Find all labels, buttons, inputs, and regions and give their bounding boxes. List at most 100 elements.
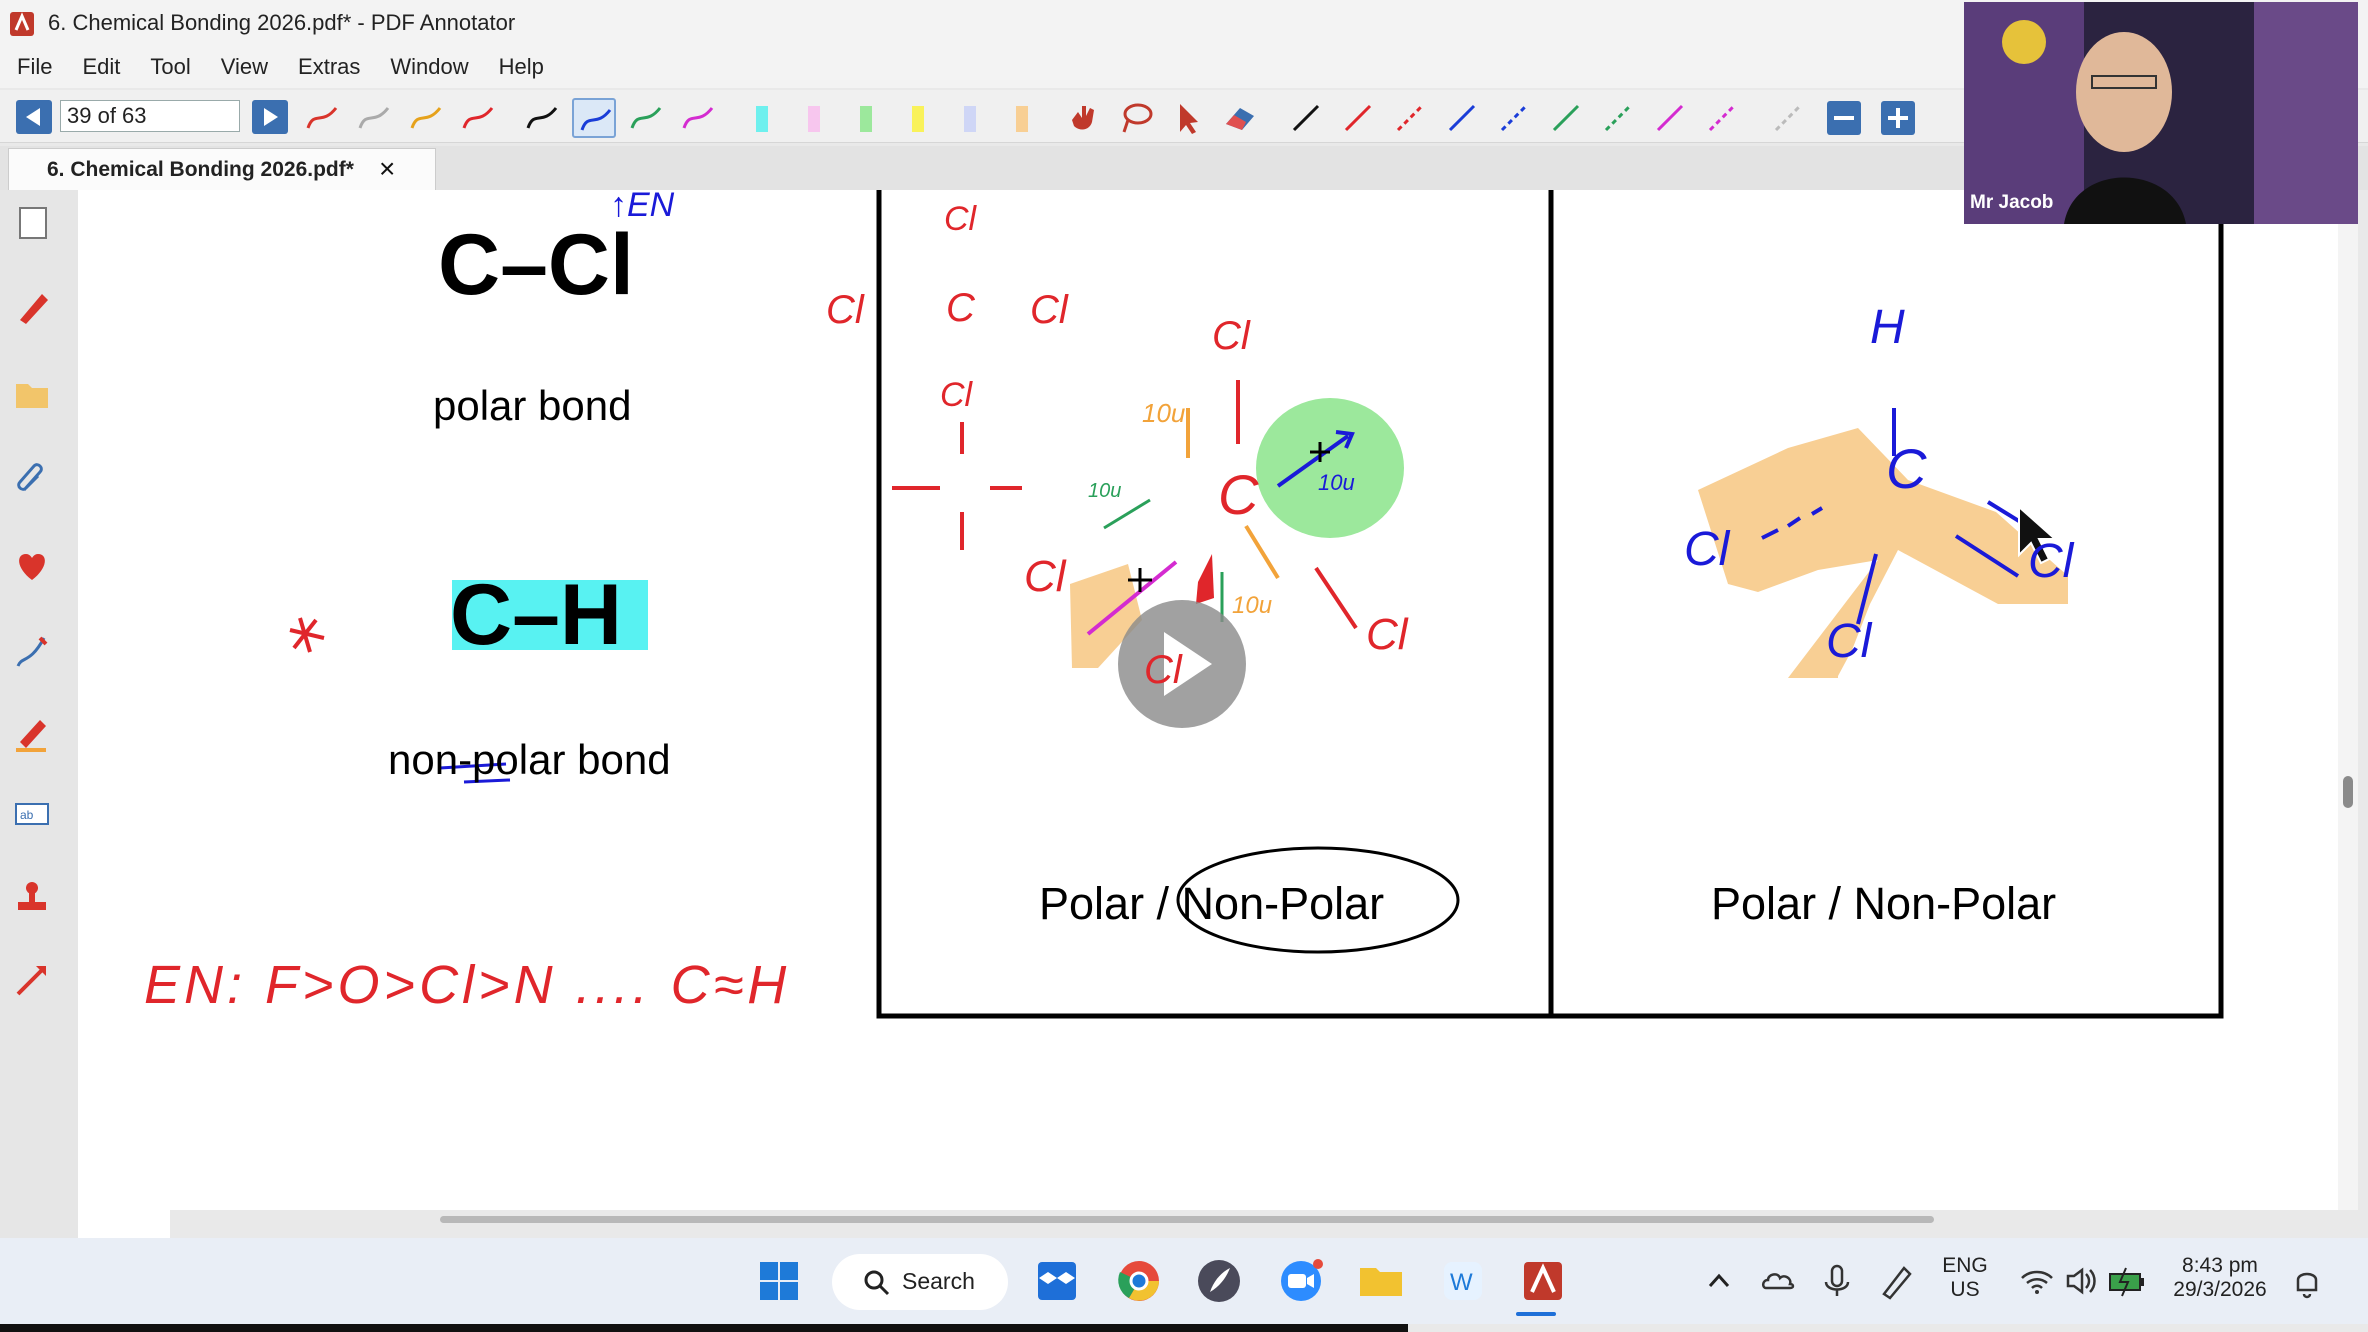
highlighter-yellow-tool[interactable]	[896, 98, 940, 138]
pen-menu-button[interactable]	[1868, 1254, 1922, 1308]
dashed-line-blue-tool[interactable]	[1492, 98, 1536, 138]
freehand-button[interactable]	[6, 626, 58, 678]
taskbar-search[interactable]: Search	[832, 1254, 1008, 1310]
close-tab-button[interactable]: ×	[379, 153, 395, 185]
red-star-mark	[289, 617, 325, 653]
highlighter-pink-tool[interactable]	[792, 98, 836, 138]
en-order-note: EN: F>O>Cl>N .... C≈H	[144, 955, 791, 1015]
hand-tool[interactable]	[1062, 98, 1106, 138]
line-black-tool[interactable]	[1284, 98, 1328, 138]
line-green-tool[interactable]	[1544, 98, 1588, 138]
highlighter-icon	[1016, 106, 1028, 132]
menu-file[interactable]: File	[0, 48, 65, 88]
zoom-app[interactable]	[1274, 1254, 1328, 1308]
text-box-button[interactable]: ab	[6, 788, 58, 840]
cl-top: Cl	[944, 200, 977, 238]
whiteboard-app[interactable]: W	[1436, 1254, 1490, 1308]
pen-stroke-icon	[630, 107, 662, 129]
ch-formula: C–H	[450, 567, 623, 663]
line-icon	[1656, 104, 1684, 132]
attachment-button[interactable]	[6, 454, 58, 506]
highlighter-button[interactable]	[6, 706, 58, 758]
pen-grey-tool[interactable]	[352, 98, 396, 138]
highlighter-orange-tool[interactable]	[1000, 98, 1044, 138]
folder-button[interactable]	[6, 368, 58, 420]
dashed-line-magenta-tool[interactable]	[1700, 98, 1744, 138]
active-app-indicator	[1516, 1312, 1556, 1316]
battery-button[interactable]	[2100, 1254, 2154, 1308]
dipole-label-green: 10u	[1088, 480, 1122, 502]
scribe-app[interactable]	[1192, 1254, 1246, 1308]
page-number-input[interactable]: 39 of 63	[60, 100, 240, 132]
menu-window[interactable]: Window	[373, 48, 481, 88]
pen-black-tool[interactable]	[520, 98, 564, 138]
vertical-scrollbar[interactable]	[2338, 190, 2358, 1210]
blank-page-button[interactable]	[6, 196, 58, 248]
language-label: ENG	[1942, 1254, 1988, 1277]
orange-dipole-arrow	[1244, 524, 1280, 580]
ten-annotation: ↑EN	[610, 186, 675, 224]
clock[interactable]: 8:43 pm 29/3/2026	[2160, 1254, 2280, 1302]
chrome-app[interactable]	[1112, 1254, 1166, 1308]
zoom-in-button[interactable]	[1876, 98, 1920, 138]
dashed-line-red-tool[interactable]	[1388, 98, 1432, 138]
select-tool[interactable]	[1166, 98, 1210, 138]
pen-magenta-tool[interactable]	[676, 98, 720, 138]
eraser-tool[interactable]	[1218, 98, 1262, 138]
pen-red-tool[interactable]	[300, 98, 344, 138]
file-explorer-app[interactable]	[1354, 1254, 1408, 1308]
svg-text:W: W	[1450, 1269, 1473, 1296]
chevron-up-icon	[1708, 1273, 1730, 1288]
arrow-button[interactable]	[6, 954, 58, 1006]
menu-extras[interactable]: Extras	[281, 48, 373, 88]
favorite-button[interactable]	[6, 540, 58, 592]
pen-blue-tool[interactable]	[572, 98, 616, 138]
stamp-button[interactable]	[6, 870, 58, 922]
show-hidden-icons-button[interactable]	[1692, 1254, 1746, 1308]
previous-page-button[interactable]	[16, 100, 52, 134]
panel2-question: Polar / Non-Polar	[1711, 878, 2057, 929]
language-indicator[interactable]: ENG US	[1930, 1254, 2000, 1302]
pen-red2-tool[interactable]	[456, 98, 500, 138]
lasso-tool[interactable]	[1114, 98, 1158, 138]
microphone-button[interactable]	[1810, 1254, 1864, 1308]
pen-button[interactable]	[6, 282, 58, 334]
folder-icon	[16, 384, 48, 408]
notifications-button[interactable]	[2280, 1254, 2334, 1308]
pen-stroke-icon	[580, 109, 612, 131]
menu-help[interactable]: Help	[482, 48, 557, 88]
highlighter-icon	[808, 106, 820, 132]
dashed-line-grey-tool[interactable]	[1766, 98, 1810, 138]
line-red-tool[interactable]	[1336, 98, 1380, 138]
pen-green-tool[interactable]	[624, 98, 668, 138]
line-blue-tool[interactable]	[1440, 98, 1484, 138]
menu-view[interactable]: View	[204, 48, 281, 88]
pen-stroke-icon	[306, 107, 338, 129]
vertical-scroll-thumb[interactable]	[2343, 776, 2353, 808]
c-atom: C	[1886, 437, 1927, 500]
webcam-video	[1964, 2, 2358, 224]
onedrive-button[interactable]	[1752, 1254, 1806, 1308]
zoom-out-button[interactable]	[1822, 98, 1866, 138]
document-tab-label: 6. Chemical Bonding 2026.pdf*	[47, 158, 354, 181]
highlighter-lavender-tool[interactable]	[948, 98, 992, 138]
freehand-pen-icon	[16, 636, 48, 667]
menu-tool[interactable]: Tool	[133, 48, 203, 88]
horizontal-scroll-thumb[interactable]	[440, 1216, 1934, 1223]
marker-icon	[16, 720, 46, 752]
screen-edge-bar	[0, 1324, 1408, 1332]
dropbox-app[interactable]	[1030, 1254, 1084, 1308]
line-magenta-tool[interactable]	[1648, 98, 1692, 138]
pdf-annotator-app[interactable]	[1516, 1254, 1570, 1308]
hand-icon	[1072, 106, 1094, 130]
menu-edit[interactable]: Edit	[65, 48, 133, 88]
next-page-button[interactable]	[252, 100, 288, 134]
start-button[interactable]	[752, 1254, 806, 1308]
highlighter-cyan-tool[interactable]	[740, 98, 784, 138]
dashed-line-green-tool[interactable]	[1596, 98, 1640, 138]
pdf-page[interactable]: C–Cl polar bond C–H non-polar bond Polar…	[78, 186, 2338, 1210]
pen-orange-tool[interactable]	[404, 98, 448, 138]
zoom-icon	[1281, 1259, 1323, 1301]
highlighter-green-tool[interactable]	[844, 98, 888, 138]
document-tab[interactable]: 6. Chemical Bonding 2026.pdf* ×	[8, 148, 436, 190]
